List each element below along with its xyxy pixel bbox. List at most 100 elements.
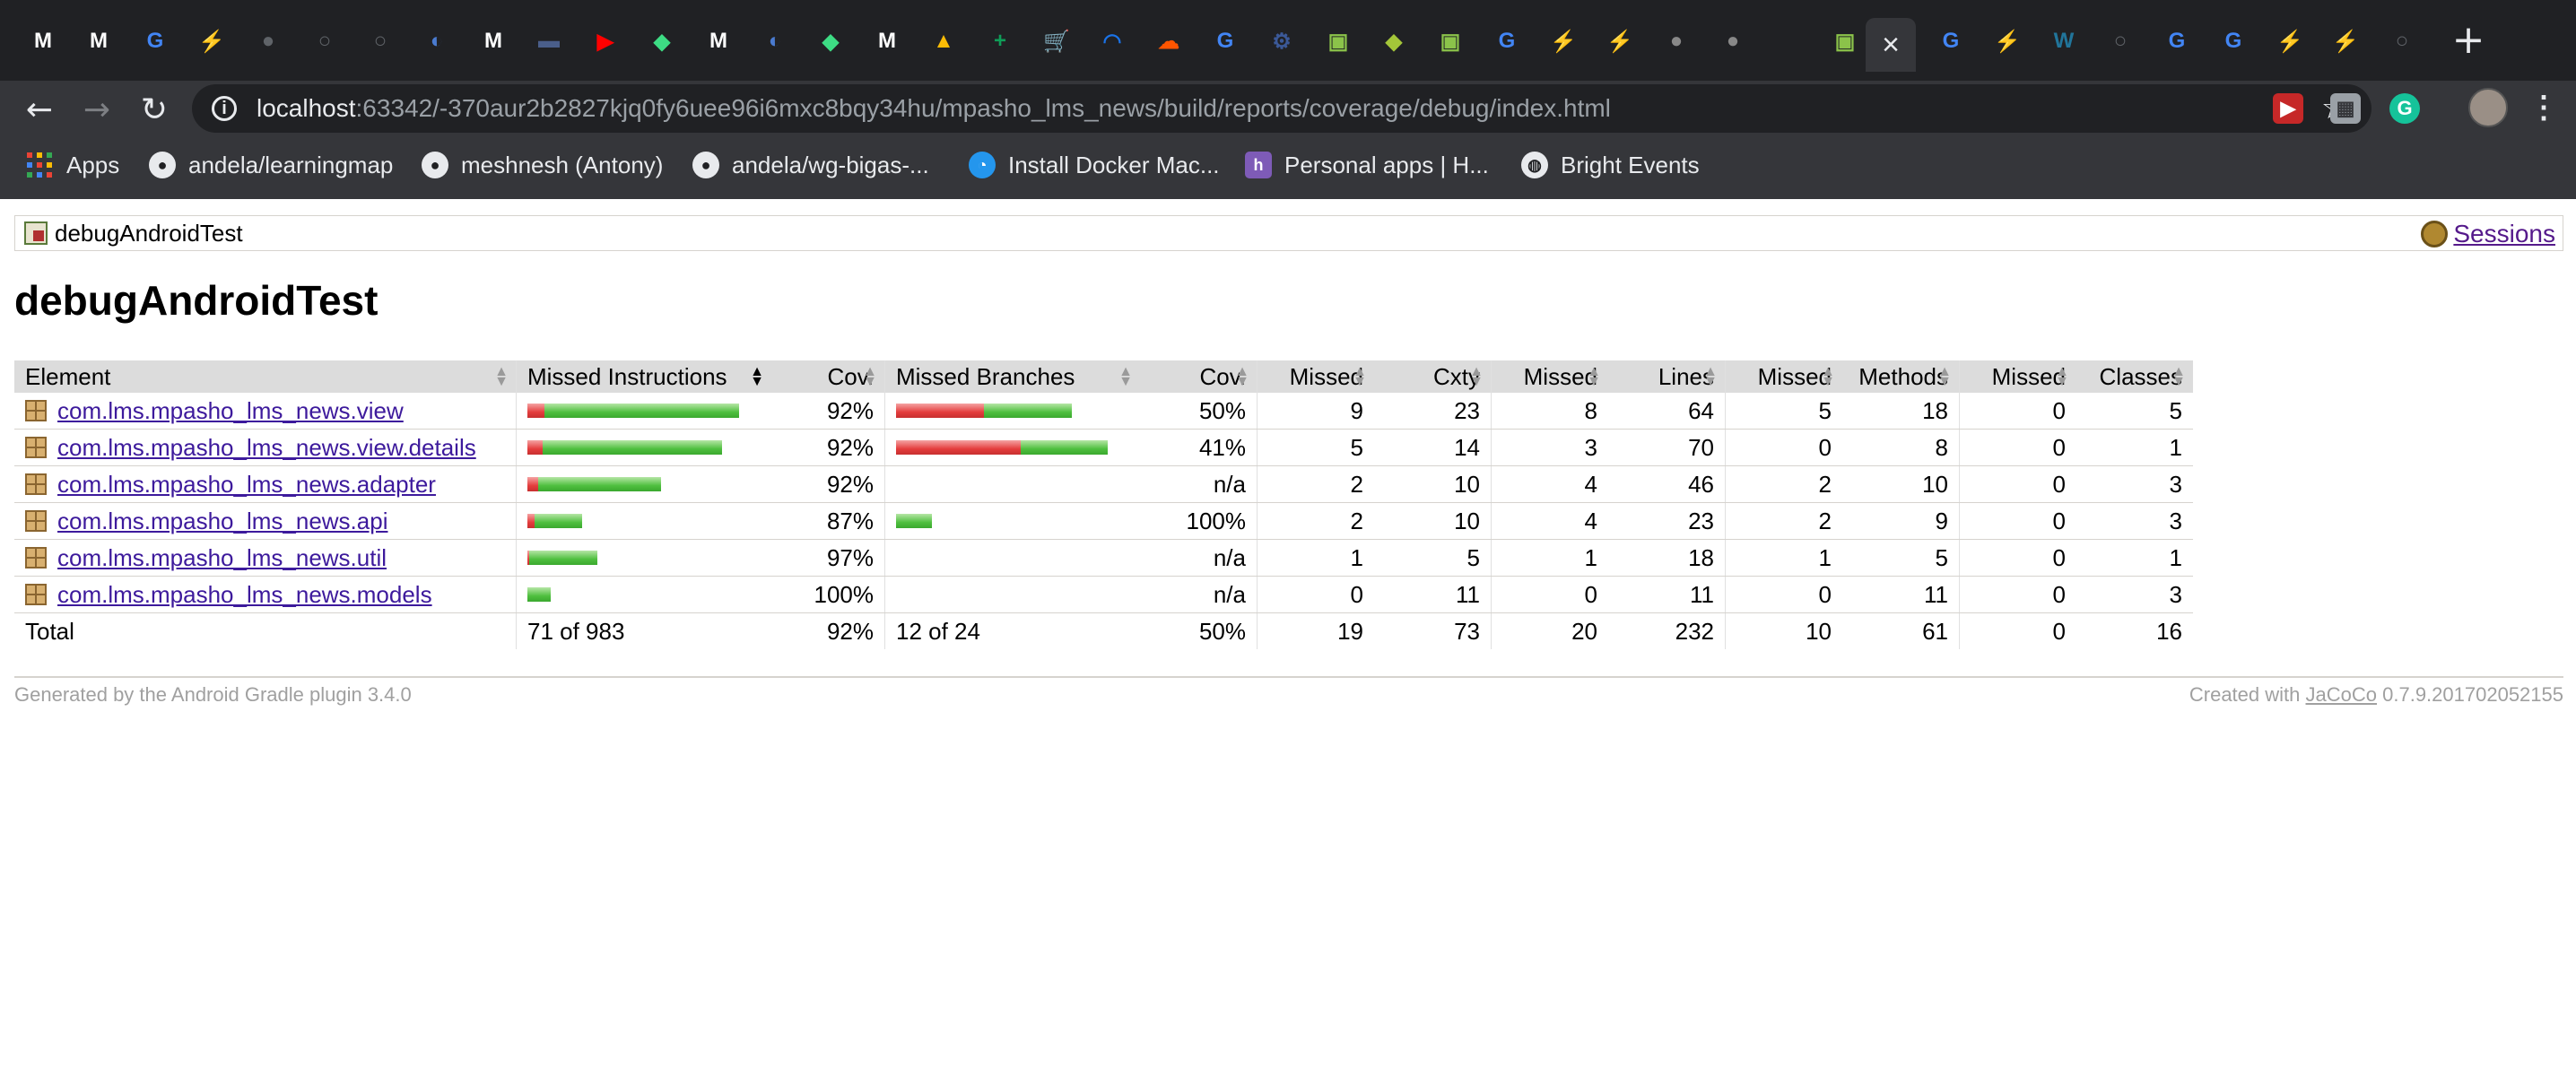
bookmark-apps[interactable]: Apps — [27, 147, 119, 183]
classes-missed-cell: 0 — [1959, 429, 2076, 466]
header-methods-missed[interactable]: Missed ▲ ▼ — [1725, 360, 1842, 393]
tab-favicon[interactable]: ⚡ — [1547, 25, 1580, 57]
lines-cell: 18 — [1608, 539, 1726, 577]
back-icon[interactable]: ← — [20, 90, 59, 129]
forward-icon[interactable]: → — [77, 90, 117, 129]
tab-favicon[interactable]: ⚡ — [1604, 25, 1636, 57]
header-element[interactable]: Element ▲ ▼ — [14, 360, 517, 393]
site-info-icon[interactable]: i — [212, 96, 237, 121]
tab-favicon[interactable]: G — [1935, 25, 1967, 57]
tab-favicon[interactable]: ○ — [2104, 25, 2137, 57]
tab-favicon[interactable]: ○ — [309, 25, 341, 57]
package-icon — [25, 473, 47, 495]
bookmark-meshnesh[interactable]: ● meshnesh (Antony) — [422, 147, 663, 183]
tab-favicon[interactable]: ⚡ — [2274, 25, 2306, 57]
tab-favicon[interactable]: ◆ — [646, 25, 678, 57]
tab-favicon[interactable]: G — [1491, 25, 1523, 57]
total-instr-cov: 92% — [826, 617, 874, 645]
header-classes[interactable]: Classes ▲ ▼ — [2076, 360, 2193, 393]
tab-favicon[interactable]: M — [871, 25, 903, 57]
tab-favicon[interactable]: ◐ — [759, 25, 791, 57]
header-cxty-missed[interactable]: Missed ▲ ▼ — [1257, 360, 1374, 393]
bookmark-heroku[interactable]: h Personal apps | H... — [1245, 147, 1489, 183]
header-instr-cov[interactable]: Cov. ▲ ▼ — [771, 360, 885, 393]
tab-favicon[interactable]: ● — [1717, 25, 1749, 57]
element-cell: com.lms.mpasho_lms_news.view.details — [14, 429, 517, 466]
tab-favicon[interactable]: G — [2161, 25, 2193, 57]
bookmark-bright-events[interactable]: ◍ Bright Events — [1521, 147, 1700, 183]
tab-favicon[interactable]: ⚡ — [196, 25, 228, 57]
header-label: Element — [25, 362, 111, 390]
header-lines[interactable]: Lines ▲ ▼ — [1608, 360, 1726, 393]
package-link[interactable]: com.lms.mpasho_lms_news.api — [57, 508, 387, 535]
tab-favicon[interactable]: ○ — [2386, 25, 2418, 57]
tab-favicon[interactable]: ▣ — [1322, 25, 1354, 57]
sort-icon: ▲ ▼ — [1469, 364, 1484, 389]
tab-favicon[interactable]: ◠ — [1096, 25, 1128, 57]
tab-favicon[interactable]: W — [2048, 25, 2080, 57]
grammarly-icon[interactable]: G — [2389, 93, 2420, 124]
package-link[interactable]: com.lms.mpasho_lms_news.view — [57, 397, 404, 425]
active-tab-close-icon[interactable]: × — [1866, 18, 1916, 72]
bookmark-wg-bigas[interactable]: ● andela/wg-bigas-... — [692, 147, 929, 183]
tab-favicon[interactable]: ◆ — [814, 25, 847, 57]
missed-segment — [527, 477, 538, 491]
menu-icon[interactable]: ⋮ — [2526, 86, 2562, 129]
tab-favicon[interactable]: ⚡ — [2329, 25, 2362, 57]
bookmark-docker[interactable]: ◔ Install Docker Mac... — [969, 147, 1220, 183]
tab-favicon[interactable]: G — [139, 25, 171, 57]
sort-icon: ▲ ▼ — [1587, 364, 1601, 389]
tab-favicon[interactable]: M — [83, 25, 115, 57]
extension-red-icon[interactable]: ▶ — [2273, 93, 2303, 124]
tab-favicon[interactable]: M — [27, 25, 59, 57]
extension-grey-icon[interactable]: ▦ — [2330, 93, 2361, 124]
tab-favicon[interactable] — [1772, 25, 1805, 57]
page: debugAndroidTest Sessions debugAndroidTe… — [0, 199, 2576, 1085]
tab-favicon[interactable]: ▣ — [1829, 25, 1861, 57]
address-bar[interactable]: i localhost:63342/-370aur2b2827kjq0fy6ue… — [192, 84, 2371, 133]
header-missed-branches[interactable]: Missed Branches ▲ ▼ — [884, 360, 1140, 393]
tab-favicon[interactable]: ▶ — [589, 25, 622, 57]
methods-cell: 18 — [1842, 393, 1960, 430]
package-link[interactable]: com.lms.mpasho_lms_news.util — [57, 544, 387, 572]
footer-generated: Generated by the Android Gradle plugin 3… — [14, 683, 412, 706]
tab-favicon[interactable]: + — [984, 25, 1016, 57]
reload-icon[interactable]: ↻ — [135, 90, 174, 129]
bookmark-learningmap[interactable]: ● andela/learningmap — [149, 147, 393, 183]
tab-favicon[interactable]: ● — [252, 25, 284, 57]
jacoco-link[interactable]: JaCoCo — [2306, 683, 2377, 706]
tab-favicon[interactable]: ● — [1660, 25, 1693, 57]
header-classes-missed[interactable]: Missed ▲ ▼ — [1959, 360, 2076, 393]
package-link[interactable]: com.lms.mpasho_lms_news.models — [57, 581, 432, 609]
header-branch-cov[interactable]: Cov. ▲ ▼ — [1140, 360, 1258, 393]
tab-favicon[interactable]: M — [477, 25, 509, 57]
table-row: com.lms.mpasho_lms_news.util 97% n/a 1 5 1 18 1… — [14, 539, 2193, 577]
tab-favicon[interactable]: ○ — [364, 25, 396, 57]
tab-favicon[interactable]: ◆ — [1378, 25, 1410, 57]
sessions-link[interactable]: Sessions — [2453, 220, 2555, 248]
header-missed-instructions[interactable]: Missed Instructions ▲ ▼ — [516, 360, 771, 393]
header-methods[interactable]: Methods ▲ ▼ — [1842, 360, 1960, 393]
sort-icon: ▲ ▼ — [1703, 364, 1718, 389]
tab-favicon[interactable]: G — [1209, 25, 1241, 57]
tab-favicon[interactable]: ▣ — [1434, 25, 1466, 57]
tab-favicon[interactable]: ☁ — [1153, 25, 1185, 57]
url-text[interactable]: localhost:63342/-370aur2b2827kjq0fy6uee9… — [257, 94, 1611, 123]
branches-bar — [896, 404, 1129, 418]
instructions-bar — [527, 551, 761, 565]
tab-favicon[interactable]: ▲ — [927, 25, 960, 57]
header-cxty[interactable]: Cxty ▲ ▼ — [1374, 360, 1492, 393]
tab-favicon[interactable]: ▬ — [533, 25, 565, 57]
package-link[interactable]: com.lms.mpasho_lms_news.adapter — [57, 471, 436, 499]
tab-favicon[interactable]: G — [2217, 25, 2250, 57]
header-lines-missed[interactable]: Missed ▲ ▼ — [1491, 360, 1608, 393]
heroku-icon: h — [1245, 152, 1272, 178]
tab-favicon[interactable]: ⚙ — [1266, 25, 1298, 57]
tab-favicon[interactable]: ◐ — [421, 25, 453, 57]
tab-favicon[interactable]: ⚡ — [1991, 25, 2023, 57]
package-link[interactable]: com.lms.mpasho_lms_news.view.details — [57, 434, 476, 462]
new-tab-button[interactable]: + — [2449, 17, 2488, 63]
tab-favicon[interactable]: M — [702, 25, 735, 57]
profile-avatar[interactable] — [2468, 88, 2508, 127]
tab-favicon[interactable]: 🛒 — [1040, 25, 1073, 57]
